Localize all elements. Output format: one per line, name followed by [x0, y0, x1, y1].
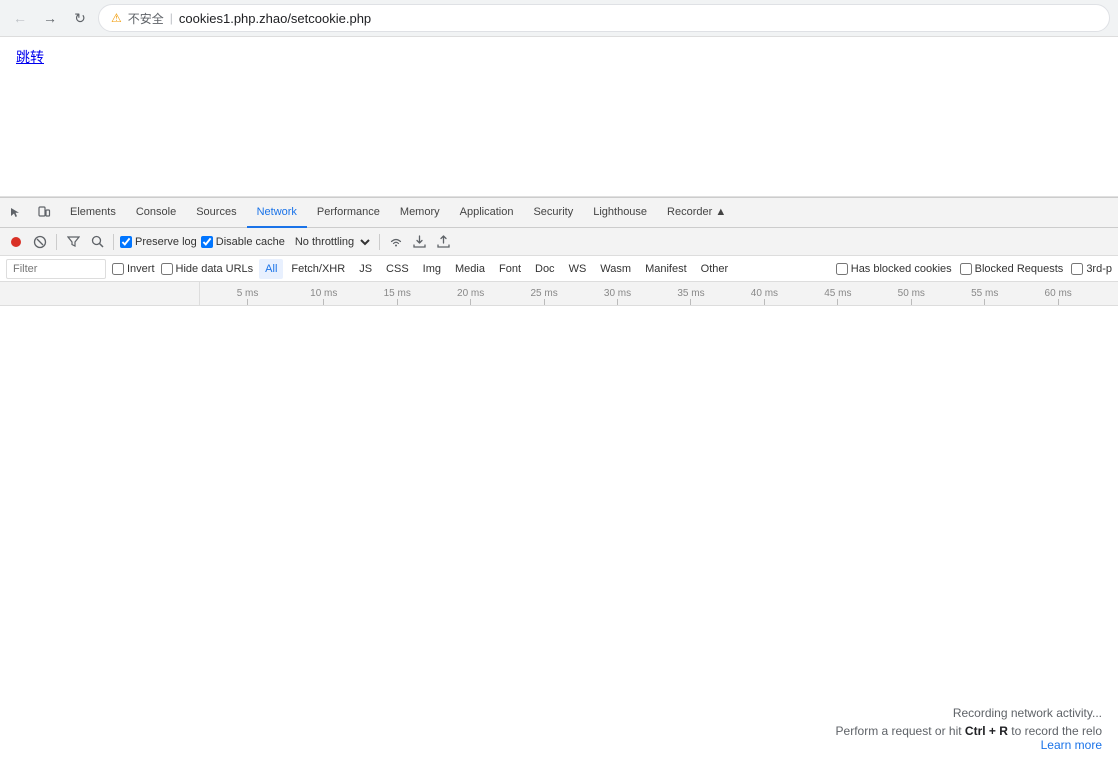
- tab-console[interactable]: Console: [126, 198, 186, 228]
- timeline-ruler: 5 ms 10 ms 15 ms 20 ms 25 ms 30 ms 35 ms 40 ms 4…: [0, 282, 1118, 306]
- filter-type-ws[interactable]: WS: [563, 259, 593, 279]
- filter-type-other[interactable]: Other: [695, 259, 735, 279]
- forward-button[interactable]: →: [38, 6, 62, 30]
- page-link[interactable]: 跳转: [16, 49, 44, 65]
- import-har-button[interactable]: [410, 232, 430, 252]
- filter-type-manifest[interactable]: Manifest: [639, 259, 693, 279]
- warning-icon: ⚠: [111, 11, 122, 25]
- devtools-tab-bar: Elements Console Sources Network Perform…: [0, 198, 1118, 228]
- filter-extra-buttons: Has blocked cookies Blocked Requests 3rd…: [836, 263, 1112, 275]
- tick-5-ms: 5 ms: [237, 288, 259, 305]
- tick-25-ms: 25 ms: [530, 288, 557, 305]
- network-content: Recording network activity... Perform a …: [0, 306, 1118, 760]
- filter-type-css[interactable]: CSS: [380, 259, 415, 279]
- filter-type-media[interactable]: Media: [449, 259, 491, 279]
- preserve-log-label[interactable]: Preserve log: [120, 236, 197, 248]
- browser-toolbar: ← → ↻ ⚠ 不安全 | cookies1.php.zhao/setcooki…: [0, 0, 1118, 36]
- tick-20-ms: 20 ms: [457, 288, 484, 305]
- tab-network[interactable]: Network: [247, 198, 307, 228]
- tab-elements[interactable]: Elements: [60, 198, 126, 228]
- filter-row: Invert Hide data URLs All Fetch/XHR JS C…: [0, 256, 1118, 282]
- toolbar-sep-1: [56, 234, 57, 250]
- disable-cache-label[interactable]: Disable cache: [201, 236, 285, 248]
- clear-button[interactable]: [30, 232, 50, 252]
- export-har-button[interactable]: [434, 232, 454, 252]
- tick-15-ms: 15 ms: [384, 288, 411, 305]
- throttle-select[interactable]: No throttling: [289, 235, 373, 249]
- toolbar-sep-2: [113, 234, 114, 250]
- tab-application[interactable]: Application: [450, 198, 524, 228]
- insecure-label: 不安全: [128, 10, 164, 27]
- wifi-icon-btn[interactable]: [386, 232, 406, 252]
- third-party-label[interactable]: 3rd-p: [1071, 263, 1112, 275]
- has-blocked-cookies-label[interactable]: Has blocked cookies: [836, 263, 952, 275]
- tick-35-ms: 35 ms: [677, 288, 704, 305]
- has-blocked-cookies-checkbox[interactable]: [836, 263, 848, 275]
- tab-sources[interactable]: Sources: [186, 198, 246, 228]
- filter-type-all[interactable]: All: [259, 259, 283, 279]
- invert-checkbox[interactable]: [112, 263, 124, 275]
- throttle-dropdown[interactable]: No throttling: [289, 235, 373, 249]
- record-button[interactable]: [6, 232, 26, 252]
- filter-type-wasm[interactable]: Wasm: [594, 259, 637, 279]
- tab-security[interactable]: Security: [523, 198, 583, 228]
- timeline-label-area: [0, 282, 200, 305]
- tick-60-ms: 60 ms: [1045, 288, 1072, 305]
- blocked-requests-label[interactable]: Blocked Requests: [960, 263, 1064, 275]
- devtools-pointer-btn[interactable]: [4, 201, 28, 225]
- reload-button[interactable]: ↻: [68, 6, 92, 30]
- devtools-panel: Elements Console Sources Network Perform…: [0, 197, 1118, 760]
- devtools-device-btn[interactable]: [32, 201, 56, 225]
- tab-lighthouse[interactable]: Lighthouse: [583, 198, 657, 228]
- disable-cache-checkbox[interactable]: [201, 236, 213, 248]
- filter-type-doc[interactable]: Doc: [529, 259, 561, 279]
- tick-30-ms: 30 ms: [604, 288, 631, 305]
- preserve-log-checkbox[interactable]: [120, 236, 132, 248]
- tick-50-ms: 50 ms: [898, 288, 925, 305]
- url-separator: |: [170, 11, 173, 25]
- back-button[interactable]: ←: [8, 6, 32, 30]
- search-button[interactable]: [87, 232, 107, 252]
- shortcut-text: Ctrl + R: [965, 724, 1008, 738]
- hide-data-urls-label[interactable]: Hide data URLs: [161, 263, 254, 275]
- tick-55-ms: 55 ms: [971, 288, 998, 305]
- tick-45-ms: 45 ms: [824, 288, 851, 305]
- filter-type-buttons: All Fetch/XHR JS CSS Img Media Font Doc …: [259, 259, 734, 279]
- filter-type-js[interactable]: JS: [353, 259, 378, 279]
- filter-type-font[interactable]: Font: [493, 259, 527, 279]
- filter-type-img[interactable]: Img: [417, 259, 447, 279]
- network-toolbar: Preserve log Disable cache No throttling: [0, 228, 1118, 256]
- tab-recorder[interactable]: Recorder ▲: [657, 198, 736, 228]
- recording-text: Recording network activity...: [836, 706, 1102, 720]
- learn-more-link[interactable]: Learn more: [1041, 738, 1102, 752]
- filter-input[interactable]: [6, 259, 106, 279]
- empty-state: Recording network activity... Perform a …: [820, 698, 1118, 760]
- tab-memory[interactable]: Memory: [390, 198, 450, 228]
- blocked-requests-checkbox[interactable]: [960, 263, 972, 275]
- page-content: 跳转: [0, 37, 1118, 197]
- perform-text: Perform a request or hit Ctrl + R to rec…: [836, 724, 1102, 738]
- toolbar-sep-3: [379, 234, 380, 250]
- invert-checkbox-label[interactable]: Invert: [112, 263, 155, 275]
- filter-button[interactable]: [63, 232, 83, 252]
- tab-performance[interactable]: Performance: [307, 198, 390, 228]
- address-bar[interactable]: ⚠ 不安全 | cookies1.php.zhao/setcookie.php: [98, 4, 1110, 32]
- browser-chrome: ← → ↻ ⚠ 不安全 | cookies1.php.zhao/setcooki…: [0, 0, 1118, 37]
- url-text: cookies1.php.zhao/setcookie.php: [179, 11, 371, 26]
- third-party-checkbox[interactable]: [1071, 263, 1083, 275]
- filter-type-fetch-xhr[interactable]: Fetch/XHR: [285, 259, 351, 279]
- timeline-ticks: 5 ms 10 ms 15 ms 20 ms 25 ms 30 ms 35 ms 40 ms 4…: [200, 282, 1118, 305]
- tick-40-ms: 40 ms: [751, 288, 778, 305]
- tick-10-ms: 10 ms: [310, 288, 337, 305]
- hide-data-urls-checkbox[interactable]: [161, 263, 173, 275]
